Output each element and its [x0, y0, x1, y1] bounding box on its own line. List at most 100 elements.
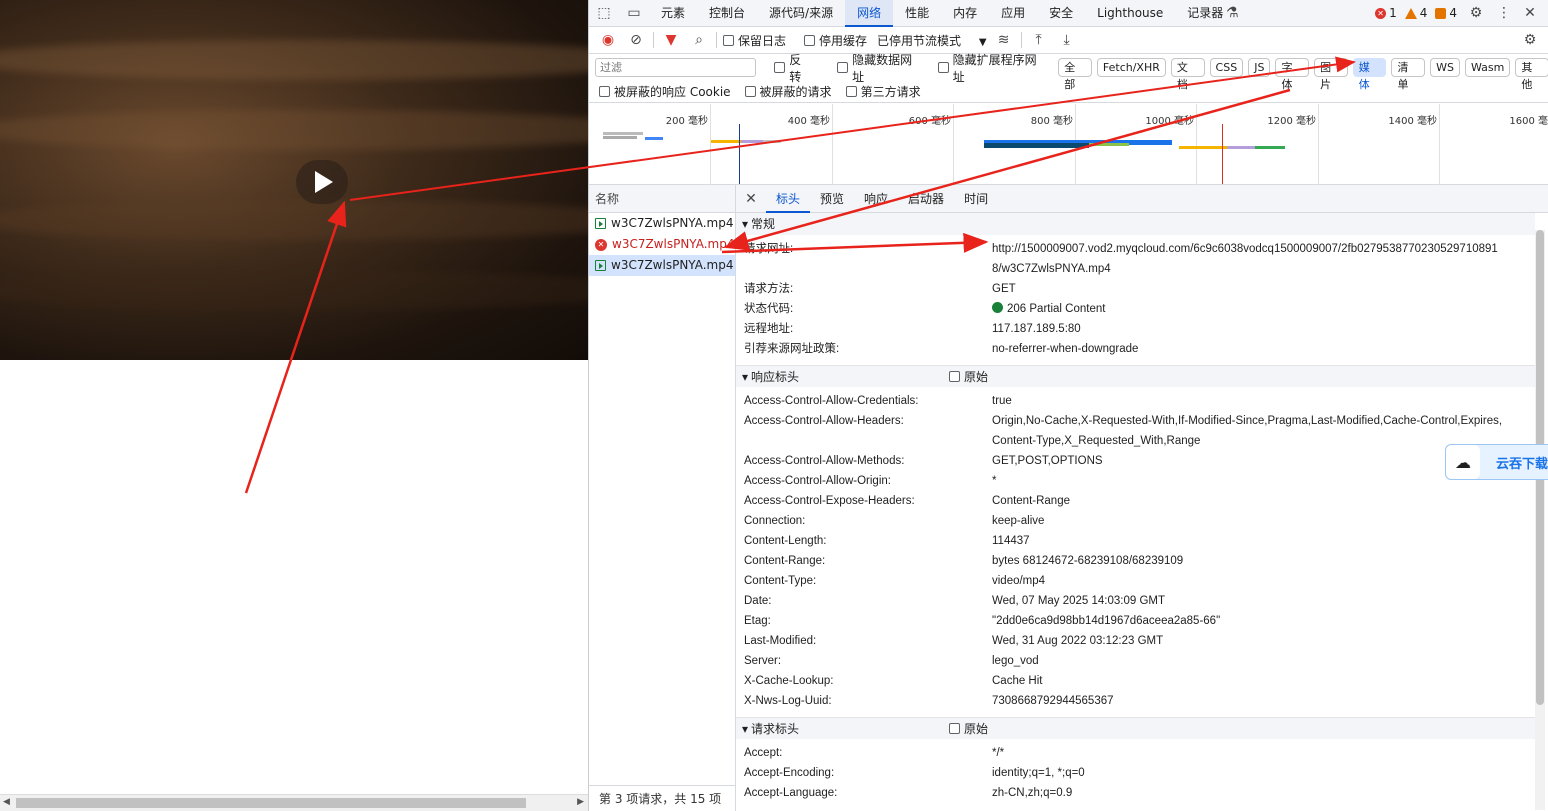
- network-overview-timeline[interactable]: 200 毫秒 400 毫秒 600 毫秒 800 毫秒 1000 毫秒 1200 毫秒 14…: [589, 104, 1548, 185]
- filter-type-chip[interactable]: WS: [1430, 58, 1460, 77]
- request-raw-checkbox[interactable]: 原始: [949, 718, 988, 740]
- filter-type-chip[interactable]: 其他: [1515, 58, 1548, 91]
- download-helper-widget[interactable]: ☁ 云吞下载: [1445, 444, 1548, 480]
- timeline-gridline: [710, 104, 711, 185]
- hide-extension-urls-checkbox[interactable]: 隐藏扩展程序网址: [937, 51, 1049, 85]
- tab-lighthouse[interactable]: Lighthouse: [1085, 0, 1175, 27]
- settings-gear-icon[interactable]: ⚙: [1465, 5, 1487, 21]
- close-devtools-icon[interactable]: ✕: [1521, 5, 1539, 21]
- name-column-header[interactable]: 名称: [589, 185, 735, 213]
- header-row: 远程地址: 117.187.189.5:80: [736, 319, 1535, 339]
- scroll-left-icon[interactable]: ◀: [3, 797, 10, 807]
- device-toolbar-icon[interactable]: ▭: [619, 5, 649, 21]
- tab-memory[interactable]: 内存: [941, 0, 989, 27]
- tab-sources[interactable]: 源代码/来源: [757, 0, 845, 27]
- header-row: Access-Control-Allow-Origin: *: [736, 471, 1535, 491]
- header-name: Content-Range:: [744, 555, 826, 567]
- import-har-icon[interactable]: ⤒: [1028, 32, 1050, 48]
- filter-type-chip[interactable]: 全部: [1058, 58, 1092, 91]
- timeline-tick-label: 1200 毫秒: [1267, 116, 1316, 127]
- disable-cache-checkbox[interactable]: 停用缓存: [804, 32, 867, 49]
- tab-headers[interactable]: 标头: [766, 185, 811, 213]
- filter-input[interactable]: [595, 58, 757, 77]
- timeline-tick-label: 600 毫秒: [908, 116, 951, 127]
- page-horizontal-scrollbar[interactable]: ◀ ▶: [0, 794, 588, 811]
- blocked-cookies-checkbox[interactable]: 被屏蔽的响应 Cookie: [599, 83, 731, 100]
- header-value: "2dd0e6ca9d98bb14d1967d6aceea2a85-66": [992, 615, 1221, 627]
- blocked-requests-checkbox[interactable]: 被屏蔽的请求: [744, 83, 832, 100]
- request-headers-section-header[interactable]: ▾ 请求标头 原始: [736, 717, 1535, 739]
- filter-type-chip[interactable]: CSS: [1209, 58, 1244, 77]
- inspect-element-icon[interactable]: ⬚: [589, 5, 619, 21]
- network-settings-gear-icon[interactable]: ⚙: [1519, 32, 1541, 48]
- issue-count[interactable]: 4: [1435, 6, 1457, 20]
- chevron-down-icon: ▼: [978, 36, 987, 48]
- tab-response[interactable]: 响应: [854, 185, 898, 213]
- header-row: Access-Control-Allow-Headers: Origin,No-C…: [736, 411, 1535, 451]
- header-name: Last-Modified:: [744, 635, 817, 647]
- request-row[interactable]: w3C7ZwlsPNYA.mp4: [589, 255, 735, 276]
- timeline-gridline: [1318, 104, 1319, 185]
- record-stop-icon[interactable]: ◉: [597, 32, 619, 48]
- response-raw-checkbox[interactable]: 原始: [949, 366, 988, 388]
- request-detail-pane: ✕ 标头 预览 响应 启动器 时间 ▾ 常规 请求网址: http://150000…: [736, 185, 1548, 811]
- throttle-select[interactable]: 已停用节流模式 ▼: [877, 32, 987, 49]
- tab-preview[interactable]: 预览: [810, 185, 854, 213]
- filter-icon[interactable]: ▼: [660, 32, 682, 48]
- close-detail-icon[interactable]: ✕: [736, 191, 766, 207]
- invert-checkbox[interactable]: 反转: [774, 51, 813, 85]
- detail-vertical-scrollbar[interactable]: [1535, 230, 1545, 810]
- filter-type-chip[interactable]: Fetch/XHR: [1096, 58, 1166, 77]
- filter-type-chip[interactable]: 清单: [1391, 58, 1426, 91]
- request-name: w3C7ZwlsPNYA.mp4: [611, 216, 734, 230]
- header-value: 114437: [992, 535, 1030, 547]
- tab-performance[interactable]: 性能: [893, 0, 941, 27]
- header-value: true: [992, 395, 1012, 407]
- request-name: w3C7ZwlsPNYA.mp4: [611, 258, 734, 272]
- issue-icon: [1435, 7, 1447, 19]
- devtools-panel: ⬚ ▭ 元素 控制台 源代码/来源 网络 性能 内存 应用 安全 Lightho…: [588, 0, 1548, 811]
- header-row: 请求方法: GET: [736, 279, 1535, 299]
- more-menu-icon[interactable]: ⋮: [1495, 5, 1513, 21]
- timeline-tick-label: 800 毫秒: [1030, 116, 1073, 127]
- export-har-icon[interactable]: ⤓: [1056, 32, 1078, 48]
- tab-initiator[interactable]: 启动器: [898, 185, 954, 213]
- issue-count-label: 4: [1449, 6, 1457, 20]
- error-count[interactable]: ✕ 1: [1375, 6, 1397, 20]
- header-row: Last-Modified: Wed, 31 Aug 2022 03:12:23 …: [736, 631, 1535, 651]
- tab-application[interactable]: 应用: [989, 0, 1037, 27]
- header-row: Access-Control-Expose-Headers: Content-Ra…: [736, 491, 1535, 511]
- filter-type-chip[interactable]: 文档: [1170, 58, 1205, 91]
- request-row[interactable]: ✕ w3C7ZwlsPNYA.mp4: [589, 234, 735, 255]
- request-row[interactable]: w3C7ZwlsPNYA.mp4: [589, 213, 735, 234]
- filter-type-chip[interactable]: 媒体: [1352, 58, 1387, 91]
- warning-count[interactable]: 4: [1404, 6, 1428, 20]
- header-value: 7308668792944565367: [992, 695, 1114, 707]
- tab-elements[interactable]: 元素: [649, 0, 697, 27]
- filter-type-chip[interactable]: 图片: [1314, 58, 1348, 91]
- third-party-checkbox[interactable]: 第三方请求: [845, 83, 921, 100]
- tab-console[interactable]: 控制台: [697, 0, 757, 27]
- search-icon[interactable]: ⌕: [688, 32, 710, 48]
- filter-type-chip[interactable]: JS: [1248, 58, 1271, 77]
- preserve-log-checkbox[interactable]: 保留日志: [723, 32, 786, 49]
- play-button[interactable]: [296, 160, 348, 204]
- clear-icon[interactable]: ⊘: [625, 32, 647, 48]
- warning-count-label: 4: [1419, 6, 1428, 20]
- filter-type-chip[interactable]: Wasm: [1464, 58, 1511, 77]
- scroll-right-icon[interactable]: ▶: [577, 797, 584, 807]
- scrollbar-thumb[interactable]: [16, 798, 526, 808]
- response-headers-section-header[interactable]: ▾ 响应标头 原始: [736, 365, 1535, 387]
- tab-timing[interactable]: 时间: [954, 185, 998, 213]
- video-player[interactable]: [0, 0, 588, 360]
- timeline-request-bar: [1255, 146, 1285, 149]
- hide-data-urls-checkbox[interactable]: 隐藏数据网址: [837, 51, 924, 85]
- network-conditions-icon[interactable]: ≋: [993, 32, 1015, 48]
- general-section-header[interactable]: ▾ 常规: [736, 213, 1535, 235]
- tab-network[interactable]: 网络: [845, 0, 894, 27]
- header-row: Accept-Encoding: identity;q=1, *;q=0: [736, 763, 1535, 783]
- timeline-request-bar: [741, 140, 763, 143]
- header-name: 请求方法:: [744, 283, 794, 295]
- tab-security[interactable]: 安全: [1037, 0, 1085, 27]
- filter-type-chip[interactable]: 字体: [1275, 58, 1310, 91]
